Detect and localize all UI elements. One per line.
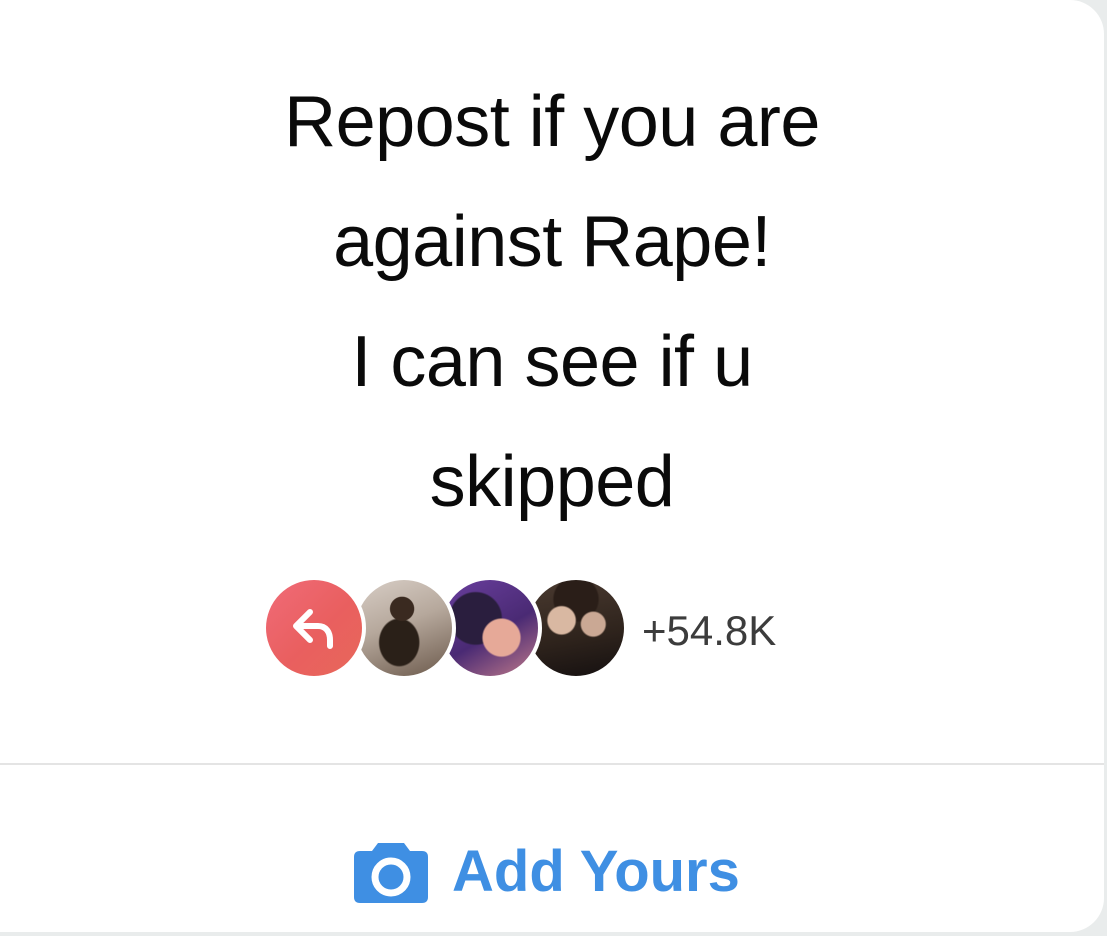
camera-icon xyxy=(354,843,428,903)
divider xyxy=(0,763,1104,765)
prompt-line: skipped xyxy=(429,442,675,522)
sticker-prompt: Repost if you are against Rape! I can se… xyxy=(0,62,1104,542)
participants-row[interactable]: +54.8K xyxy=(262,576,862,686)
reshare-icon[interactable] xyxy=(262,576,366,680)
participant-avatar[interactable] xyxy=(352,576,456,680)
add-yours-button[interactable]: Add Yours xyxy=(352,832,740,912)
add-yours-sticker-card: Repost if you are against Rape! I can se… xyxy=(0,0,1104,932)
participant-count[interactable]: +54.8K xyxy=(642,607,776,655)
reply-arrow-icon xyxy=(293,609,333,649)
add-yours-label: Add Yours xyxy=(452,839,740,904)
prompt-line: against Rape! xyxy=(333,202,771,282)
prompt-line: I can see if u xyxy=(351,322,753,402)
prompt-line: Repost if you are xyxy=(284,82,820,162)
